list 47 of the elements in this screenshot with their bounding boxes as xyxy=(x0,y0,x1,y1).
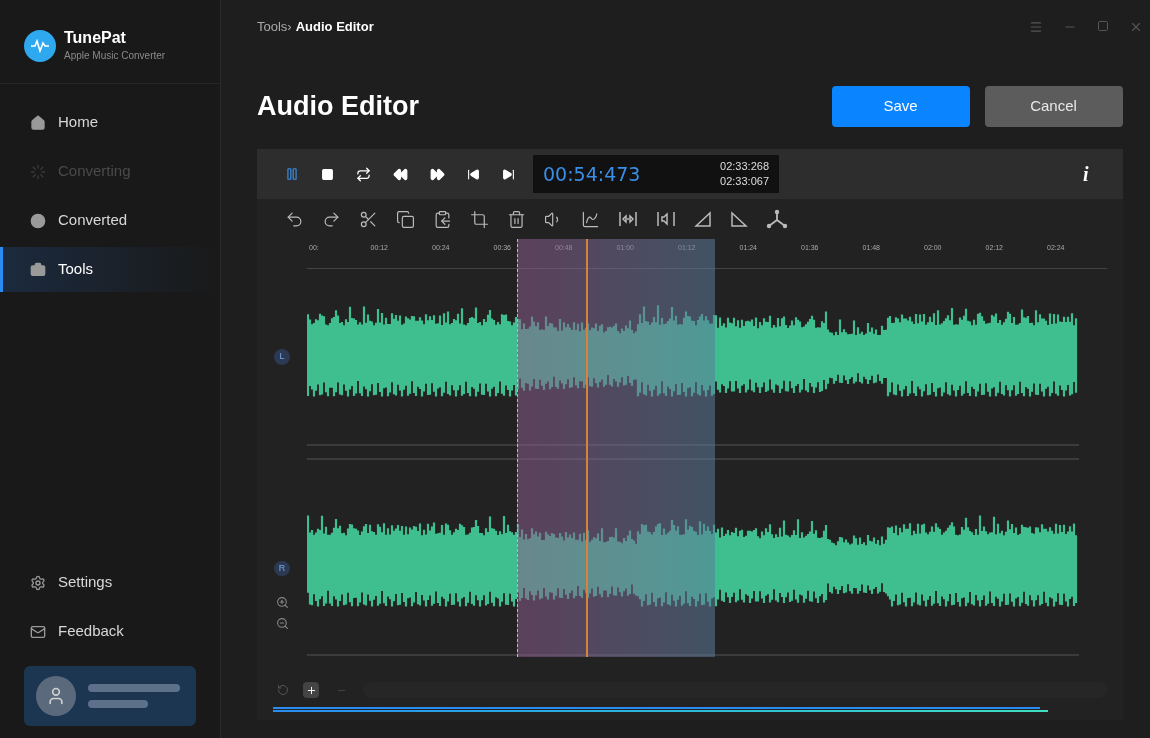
curve-icon[interactable] xyxy=(581,209,600,229)
cancel-button[interactable]: Cancel xyxy=(984,86,1123,127)
crop-icon[interactable] xyxy=(470,209,489,229)
breadcrumb-parent[interactable]: Tools› xyxy=(257,17,292,37)
envelope-icon xyxy=(30,623,46,640)
sidebar-item[interactable]: Settings xyxy=(0,560,220,605)
save-button[interactable]: Save xyxy=(831,86,970,127)
app-subtitle: Apple Music Converter xyxy=(64,49,166,63)
repeat-button[interactable] xyxy=(356,166,371,182)
spinner-icon xyxy=(30,163,46,180)
app-name: TunePat xyxy=(64,28,127,48)
paste-icon[interactable] xyxy=(433,209,452,229)
current-time: 00:54:473 xyxy=(543,161,641,187)
plus-icon xyxy=(305,684,317,696)
sidebar-item[interactable]: Feedback xyxy=(0,609,220,654)
channel-label[interactable]: L xyxy=(274,349,290,365)
mute-icon[interactable] xyxy=(656,210,676,228)
total-time: 02:33:268 xyxy=(720,159,769,174)
fade-out-icon[interactable] xyxy=(730,211,748,227)
split-icon[interactable] xyxy=(766,209,788,229)
briefcase-icon xyxy=(30,261,46,278)
logo-icon xyxy=(24,29,56,62)
sidebar-item[interactable]: Home xyxy=(0,100,220,145)
avatar-icon xyxy=(36,676,76,716)
add-button[interactable] xyxy=(303,682,319,698)
sidebar-item[interactable]: Converted xyxy=(0,198,220,243)
info-button[interactable]: i xyxy=(1082,159,1089,189)
pause-button[interactable] xyxy=(285,167,299,181)
stop-button[interactable] xyxy=(321,167,334,181)
scissors-icon[interactable] xyxy=(359,209,378,229)
skip-forward-button[interactable] xyxy=(502,167,515,181)
skip-back-button[interactable] xyxy=(467,167,480,181)
zoom-out-icon[interactable] xyxy=(275,617,289,630)
channel-label[interactable]: R xyxy=(273,560,291,576)
house-icon xyxy=(30,114,46,131)
breadcrumb-current: Audio Editor xyxy=(295,18,374,37)
trash-icon[interactable] xyxy=(507,209,526,229)
insert-silence-icon[interactable] xyxy=(618,210,638,228)
settings-icon xyxy=(30,574,46,591)
account-card[interactable] xyxy=(24,666,196,726)
copy-icon[interactable] xyxy=(396,209,415,229)
rewind-button[interactable] xyxy=(393,166,408,182)
page-title: Audio Editor xyxy=(257,90,419,124)
fade-in-icon[interactable] xyxy=(694,211,712,227)
selection-time: 02:33:067 xyxy=(720,174,769,189)
zoom-in-icon[interactable] xyxy=(275,596,289,609)
fast-forward-button[interactable] xyxy=(430,166,445,182)
